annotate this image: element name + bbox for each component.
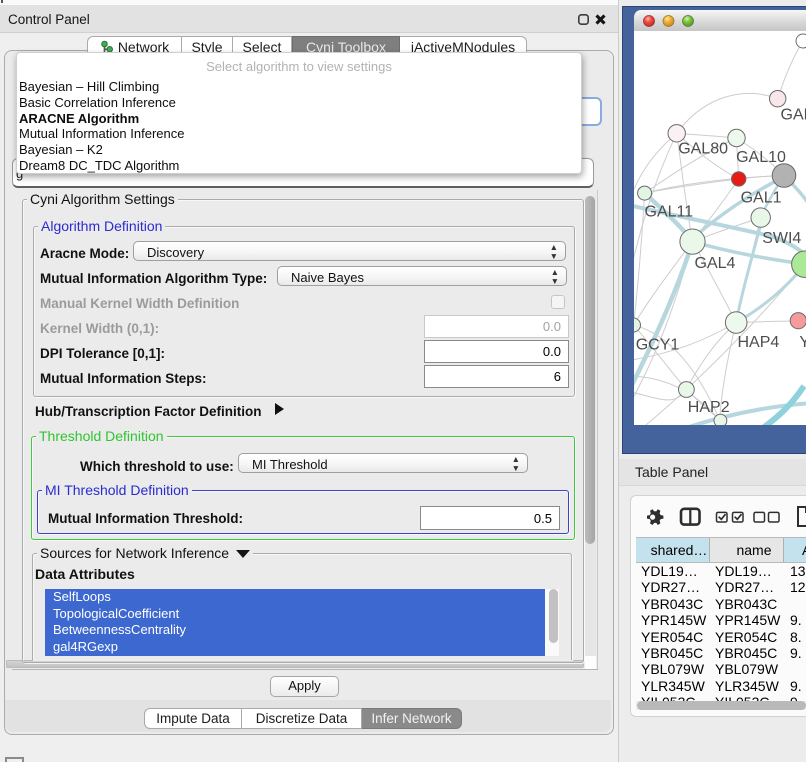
svg-text:HAP4: HAP4 <box>738 334 780 351</box>
svg-text:GAL10: GAL10 <box>736 149 786 166</box>
svg-text:Y: Y <box>799 334 806 351</box>
svg-text:SWI4: SWI4 <box>762 230 801 247</box>
svg-text:GAL4: GAL4 <box>695 255 736 272</box>
svg-text:GCY1: GCY1 <box>636 336 680 353</box>
svg-text:GAL80: GAL80 <box>678 141 728 158</box>
svg-text:GAL11: GAL11 <box>645 203 694 220</box>
svg-text:GAL1: GAL1 <box>741 189 782 206</box>
svg-text:HAP2: HAP2 <box>688 399 730 416</box>
svg-text:GAL7: GAL7 <box>781 106 806 123</box>
